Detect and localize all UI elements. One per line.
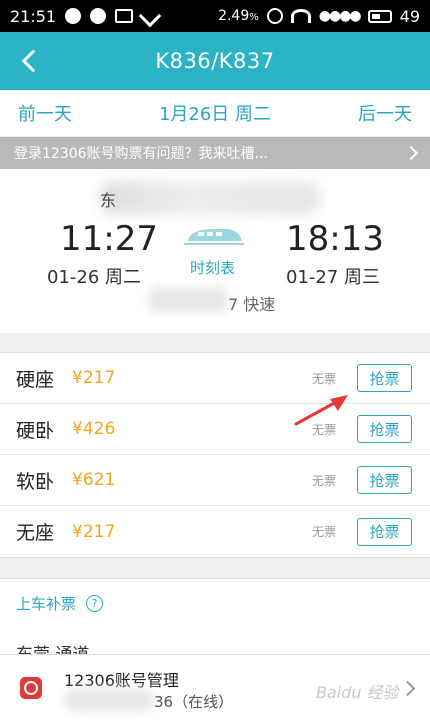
seat-type: 无座 bbox=[16, 522, 55, 544]
help-icon[interactable]: ? bbox=[86, 595, 104, 612]
cleaner-icon bbox=[138, 4, 162, 28]
departure-date: 01-26 周二 bbox=[47, 267, 142, 288]
onboard-supplement-link[interactable]: 上车补票 ? bbox=[0, 578, 430, 628]
chevron-left-icon bbox=[21, 49, 45, 73]
seat-type: 硬卧 bbox=[16, 419, 55, 442]
account-management-row[interactable]: 12306账号管理 36（在线） Baidu 经验 bbox=[0, 654, 430, 722]
alarm-icon bbox=[266, 8, 283, 24]
wifi-icon bbox=[290, 9, 311, 23]
station-list-partial: 东莞 通道 bbox=[0, 628, 430, 654]
seat-type: 软卧 bbox=[16, 470, 55, 493]
station-partial-text: 东莞 通道 bbox=[16, 640, 89, 654]
seat-list: 硬座 ¥217 无票 抢票 硬卧 ¥426 无票 抢票 软卧 ¥621 无票 抢… bbox=[0, 352, 430, 558]
grab-ticket-button[interactable]: 抢票 bbox=[357, 415, 412, 443]
data-speed: 2.49% bbox=[218, 8, 259, 24]
grab-ticket-button[interactable]: 抢票 bbox=[357, 517, 412, 546]
supplement-label: 上车补票 bbox=[16, 595, 77, 613]
departure-station: 东 bbox=[100, 191, 117, 210]
duration-redacted bbox=[148, 287, 228, 313]
seat-availability: 无票 bbox=[312, 371, 337, 386]
seat-availability: 无票 bbox=[312, 525, 337, 539]
signal-icon: ●●●● bbox=[318, 8, 362, 24]
chevron-right-icon bbox=[399, 680, 416, 697]
train-type: 7 快速 bbox=[228, 295, 276, 314]
seat-row: 硬座 ¥217 无票 抢票 bbox=[0, 353, 430, 404]
seat-row: 无座 ¥217 无票 抢票 bbox=[0, 506, 430, 557]
account-status: 36（在线） bbox=[154, 693, 234, 711]
railway-logo-icon bbox=[20, 677, 42, 699]
current-date-button[interactable]: 1月26日 周二 bbox=[159, 104, 271, 125]
grab-ticket-button[interactable]: 抢票 bbox=[357, 466, 412, 494]
prev-day-button[interactable]: 前一天 bbox=[18, 100, 72, 126]
watermark: Baidu 经验 bbox=[316, 683, 399, 702]
train-info-card: 东 11:27 18:13 01-26 周二 01-27 周三 时刻表 7 快速 bbox=[0, 169, 430, 333]
status-bar: 21:51 2.49% ●●●● 49 bbox=[0, 0, 430, 32]
account-id-redacted bbox=[64, 689, 154, 711]
annotation-arrow-icon bbox=[294, 395, 348, 426]
next-day-button[interactable]: 后一天 bbox=[358, 100, 412, 126]
image-notification-icon bbox=[115, 9, 134, 23]
app-notification-icon bbox=[65, 8, 82, 24]
seat-price: ¥621 bbox=[72, 470, 116, 490]
clock: 21:51 bbox=[10, 6, 57, 26]
departure-time: 11:27 bbox=[60, 219, 158, 259]
seat-price: ¥217 bbox=[72, 368, 116, 388]
date-navigation: 前一天 1月26日 周二 后一天 bbox=[0, 90, 430, 136]
seat-availability: 无票 bbox=[312, 473, 337, 488]
seat-price: ¥217 bbox=[72, 521, 116, 542]
app-notification-icon-2 bbox=[90, 8, 107, 24]
seat-price: ¥426 bbox=[72, 419, 116, 439]
station-names-redacted bbox=[100, 181, 320, 215]
battery-level: 49 bbox=[399, 6, 420, 26]
grab-ticket-button[interactable]: 抢票 bbox=[357, 364, 412, 392]
arrival-time: 18:13 bbox=[286, 219, 384, 259]
back-button[interactable] bbox=[10, 40, 50, 82]
account-title: 12306账号管理 bbox=[64, 671, 179, 690]
battery-icon bbox=[367, 9, 392, 23]
app-bar: K836/K837 bbox=[0, 32, 430, 90]
page-title: K836/K837 bbox=[155, 49, 275, 73]
notice-text: 登录12306账号购票有问题？我来吐槽... bbox=[14, 146, 268, 162]
seat-row: 软卧 ¥621 无票 抢票 bbox=[0, 455, 430, 506]
train-icon bbox=[184, 229, 244, 245]
chevron-right-icon bbox=[403, 145, 419, 161]
seat-type: 硬座 bbox=[16, 368, 55, 391]
feedback-notice[interactable]: 登录12306账号购票有问题？我来吐槽... bbox=[0, 137, 430, 169]
arrival-date: 01-27 周三 bbox=[286, 267, 381, 288]
seat-row: 硬卧 ¥426 无票 抢票 bbox=[0, 404, 430, 455]
timetable-link[interactable]: 时刻表 bbox=[190, 257, 235, 278]
